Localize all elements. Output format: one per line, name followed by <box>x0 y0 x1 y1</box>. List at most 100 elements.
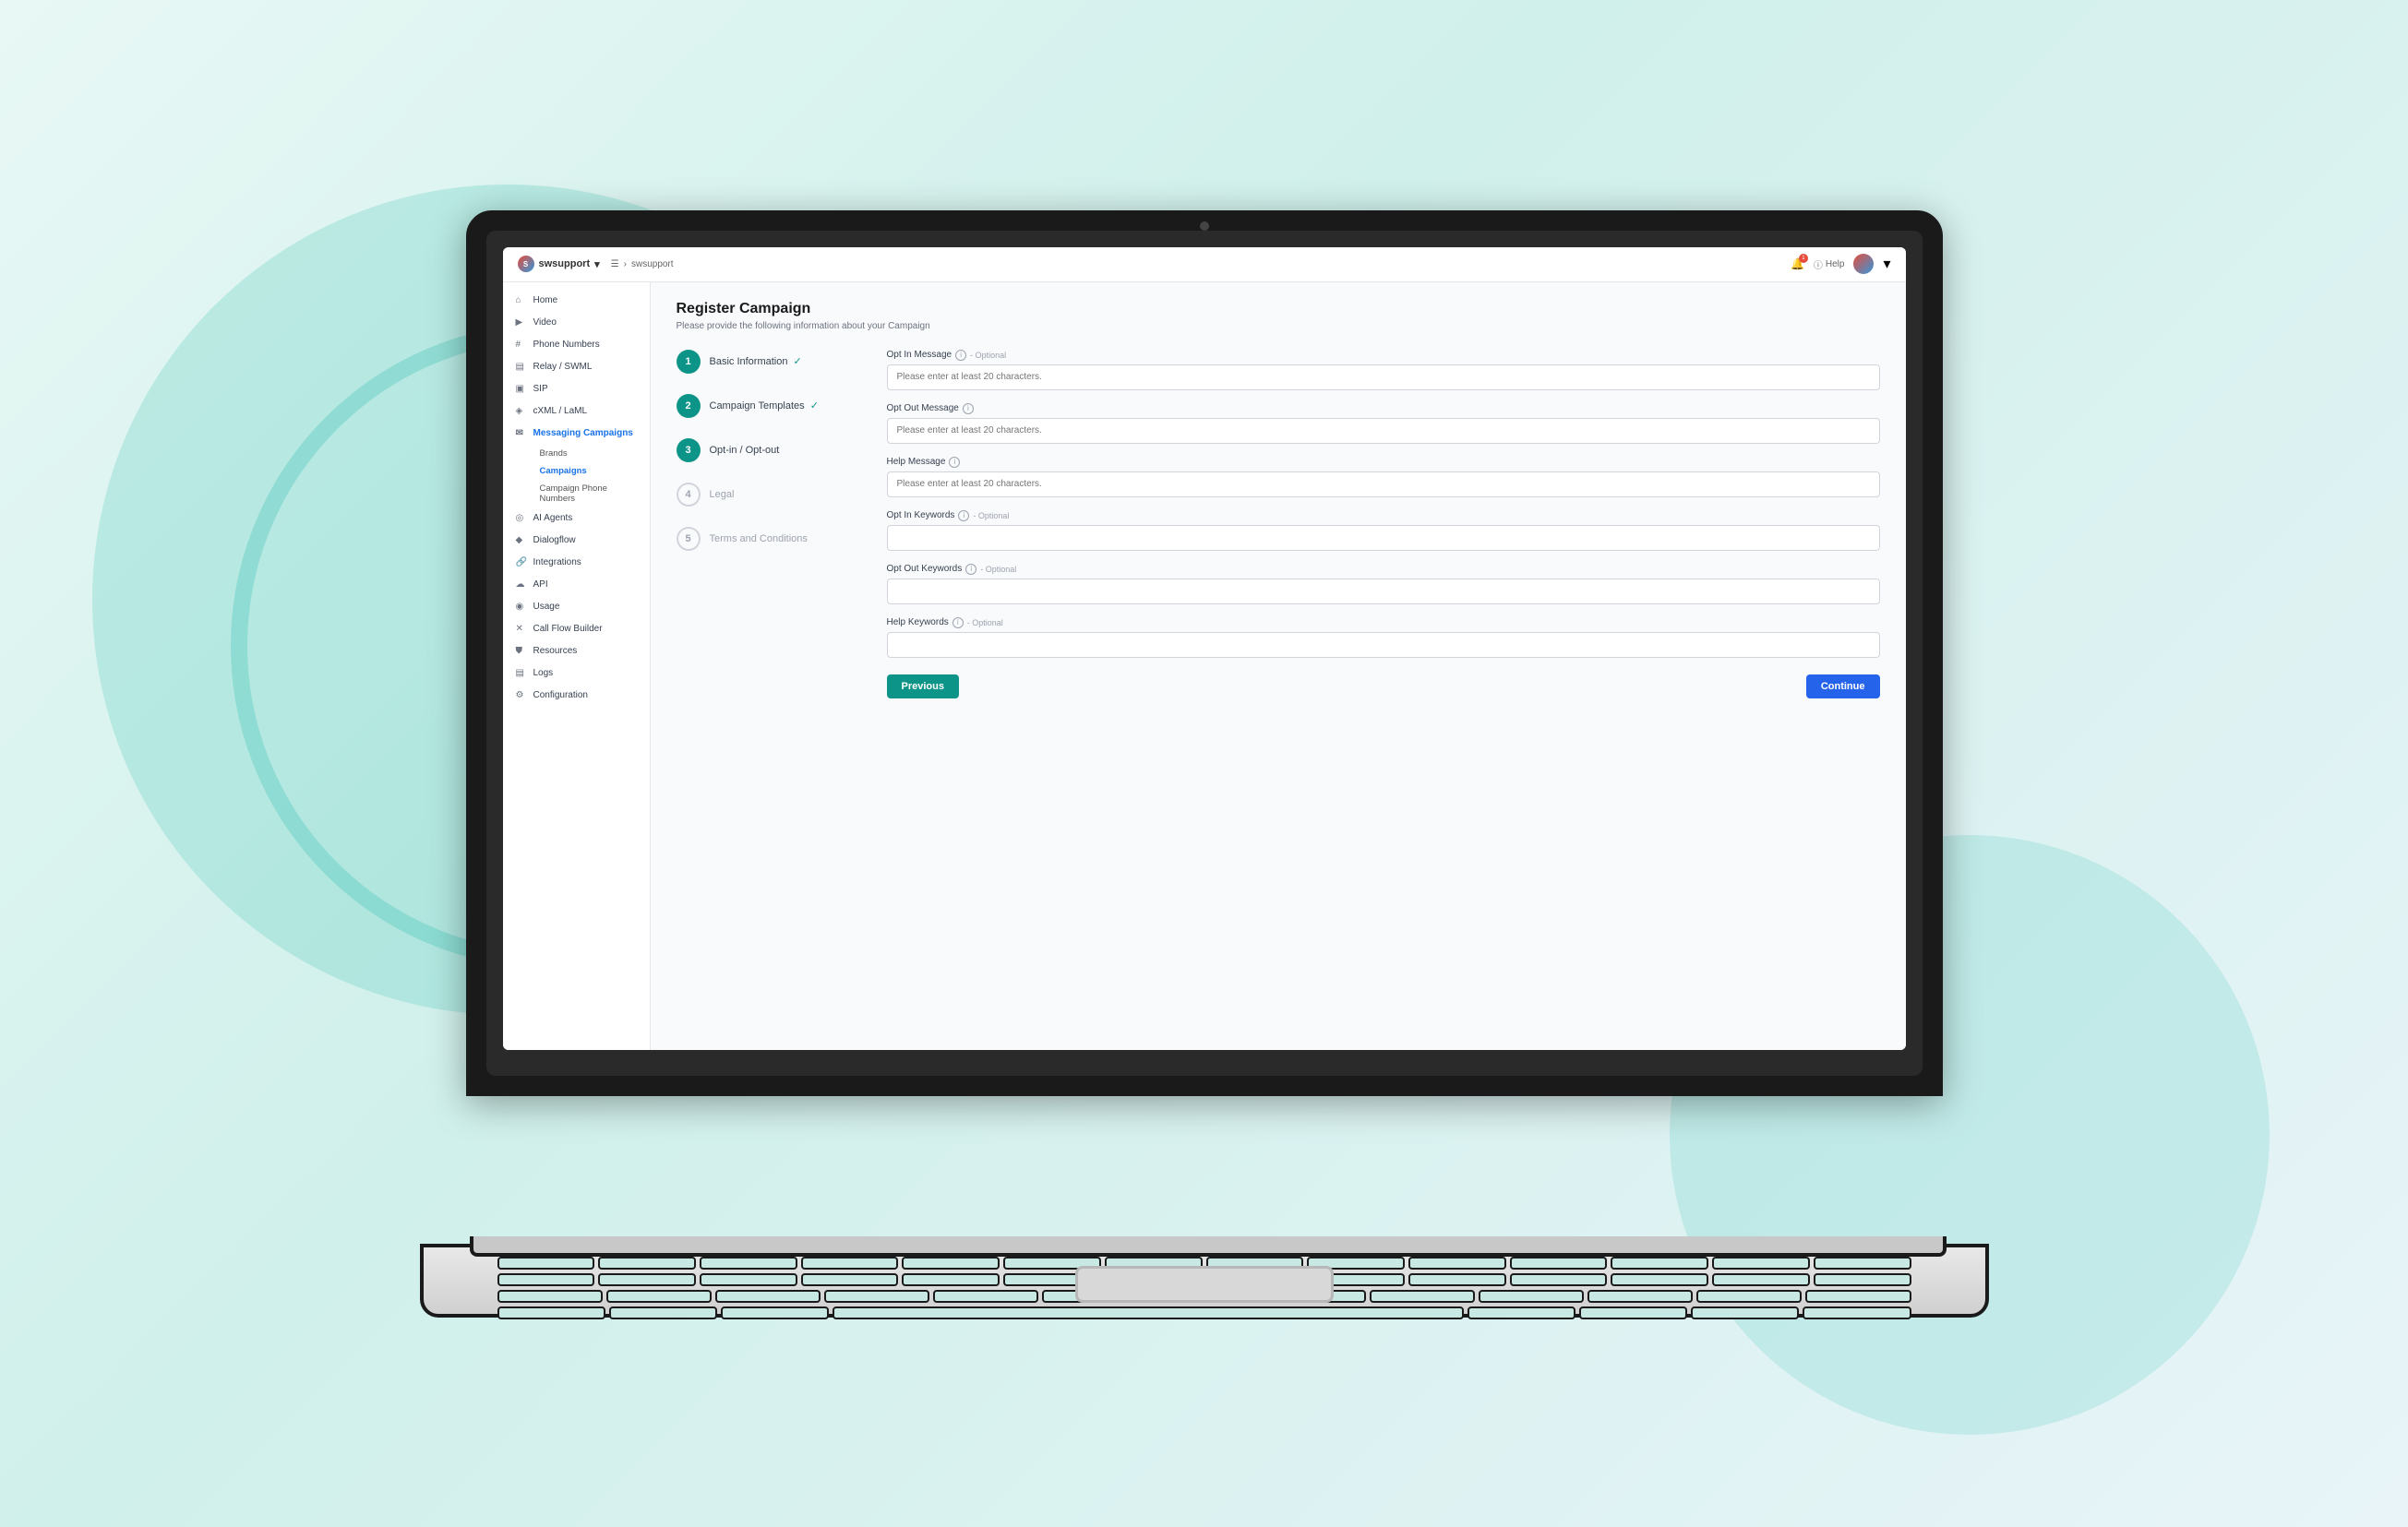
key <box>1814 1273 1911 1286</box>
sidebar-item-label: Messaging Campaigns <box>533 428 633 438</box>
sidebar-item-brands[interactable]: Brands <box>533 445 650 462</box>
help-keywords-input[interactable] <box>887 632 1880 658</box>
key <box>1712 1257 1810 1270</box>
sidebar-item-video[interactable]: ▶ Video <box>503 312 650 334</box>
step-4-label: Legal <box>710 489 735 500</box>
key <box>1408 1257 1506 1270</box>
sidebar-item-label: Video <box>533 317 557 328</box>
help-message-label: Help Message i <box>887 457 1880 468</box>
opt-out-keywords-input[interactable] <box>887 579 1880 604</box>
laptop-screen: S swsupport ▾ ☰ › swsupport 🔔 <box>503 247 1906 1050</box>
sidebar-item-campaigns[interactable]: Campaigns <box>533 462 650 480</box>
sidebar-item-phone-numbers[interactable]: # Phone Numbers <box>503 334 650 356</box>
key <box>1468 1306 1575 1319</box>
sidebar-item-api[interactable]: ☁ API <box>503 574 650 596</box>
account-dropdown-icon[interactable]: ▾ <box>1883 255 1890 273</box>
sidebar-item-relay[interactable]: ▤ Relay / SWML <box>503 356 650 378</box>
help-message-info-icon[interactable]: i <box>949 457 960 468</box>
main-content: Register Campaign Please provide the fol… <box>651 282 1906 1050</box>
continue-button[interactable]: Continue <box>1806 674 1880 698</box>
key <box>700 1273 797 1286</box>
configuration-icon: ⚙ <box>516 690 527 701</box>
step-5-circle: 5 <box>677 527 701 551</box>
sidebar-item-dialogflow[interactable]: ◆ Dialogflow <box>503 530 650 552</box>
key <box>497 1257 595 1270</box>
opt-out-keywords-info-icon[interactable]: i <box>965 564 976 575</box>
key <box>1691 1306 1799 1319</box>
help-keywords-info-icon[interactable]: i <box>952 617 964 628</box>
user-avatar[interactable] <box>1853 254 1874 274</box>
opt-in-message-input[interactable] <box>887 364 1880 390</box>
step-2-label: Campaign Templates ✓ <box>710 400 819 412</box>
sidebar-item-home[interactable]: ⌂ Home <box>503 290 650 312</box>
messaging-icon: ✉ <box>516 428 527 439</box>
sidebar: ⌂ Home ▶ Video # Phone Numbers ▤ <box>503 282 651 1050</box>
sidebar-item-logs[interactable]: ▤ Logs <box>503 662 650 685</box>
key <box>1408 1273 1506 1286</box>
step-1-circle: 1 <box>677 350 701 374</box>
relay-icon: ▤ <box>516 362 527 373</box>
opt-in-info-icon[interactable]: i <box>955 350 966 361</box>
step-2: 2 Campaign Templates ✓ <box>677 394 861 418</box>
top-nav: S swsupport ▾ ☰ › swsupport 🔔 <box>503 247 1906 282</box>
key <box>801 1273 899 1286</box>
step-1: 1 Basic Information ✓ <box>677 350 861 374</box>
key <box>902 1273 1000 1286</box>
trackpad[interactable] <box>1075 1266 1334 1303</box>
key <box>1479 1290 1584 1303</box>
sidebar-item-campaign-phone-numbers[interactable]: Campaign Phone Numbers <box>533 480 650 507</box>
sidebar-item-ai-agents[interactable]: ◎ AI Agents <box>503 507 650 530</box>
key <box>598 1257 696 1270</box>
step-2-circle: 2 <box>677 394 701 418</box>
opt-in-keywords-info-icon[interactable]: i <box>958 510 969 521</box>
api-icon: ☁ <box>516 579 527 591</box>
sidebar-item-usage[interactable]: ◉ Usage <box>503 596 650 618</box>
help-message-input[interactable] <box>887 471 1880 497</box>
help-label: Help <box>1826 259 1845 269</box>
opt-out-message-input[interactable] <box>887 418 1880 444</box>
sidebar-item-resources[interactable]: ⛊ Resources <box>503 640 650 662</box>
key <box>801 1257 899 1270</box>
key <box>606 1290 712 1303</box>
nav-logo[interactable]: S swsupport ▾ <box>518 256 600 272</box>
sidebar-item-cxml[interactable]: ◈ cXML / LaML <box>503 400 650 423</box>
help-button[interactable]: ⓘ Help <box>1814 257 1845 271</box>
campaign-layout: 1 Basic Information ✓ 2 Campaig <box>677 350 1880 698</box>
laptop-lid: S swsupport ▾ ☰ › swsupport 🔔 <box>466 210 1943 1096</box>
workspace-dropdown-icon[interactable]: ▾ <box>594 258 600 270</box>
sidebar-item-integrations[interactable]: 🔗 Integrations <box>503 552 650 574</box>
sidebar-sub-messaging: Brands Campaigns Campaign Phone Numbers <box>503 445 650 507</box>
step-1-label: Basic Information ✓ <box>710 355 802 367</box>
step-5-label: Terms and Conditions <box>710 533 808 544</box>
sidebar-item-configuration[interactable]: ⚙ Configuration <box>503 685 650 707</box>
form-panel: Opt In Message i - Optional Opt Out Mess… <box>887 350 1880 698</box>
step-4: 4 Legal <box>677 483 861 507</box>
opt-in-message-group: Opt In Message i - Optional <box>887 350 1880 390</box>
opt-out-info-icon[interactable]: i <box>963 403 974 414</box>
sidebar-item-messaging[interactable]: ✉ Messaging Campaigns <box>503 423 650 445</box>
call-flow-icon: ✕ <box>516 624 527 635</box>
key <box>933 1290 1038 1303</box>
sidebar-item-label: AI Agents <box>533 513 573 523</box>
help-keywords-group: Help Keywords i - Optional <box>887 617 1880 658</box>
key-row-4 <box>497 1306 1911 1319</box>
video-icon: ▶ <box>516 317 527 328</box>
workspace-name[interactable]: swsupport <box>539 258 591 269</box>
help-icon: ⓘ <box>1814 257 1823 271</box>
sidebar-item-label: Call Flow Builder <box>533 624 603 634</box>
sidebar-item-label: Home <box>533 295 558 305</box>
step-5: 5 Terms and Conditions <box>677 527 861 551</box>
step-3: 3 Opt-in / Opt-out <box>677 438 861 462</box>
opt-in-keywords-input[interactable] <box>887 525 1880 551</box>
previous-button[interactable]: Previous <box>887 674 959 698</box>
key <box>721 1306 829 1319</box>
key <box>700 1257 797 1270</box>
step-2-check: ✓ <box>810 400 819 412</box>
logs-icon: ▤ <box>516 668 527 679</box>
laptop-hinge <box>470 1236 1947 1257</box>
notification-bell[interactable]: 🔔 1 <box>1791 257 1804 270</box>
sidebar-item-call-flow[interactable]: ✕ Call Flow Builder <box>503 618 650 640</box>
sidebar-item-sip[interactable]: ▣ SIP <box>503 378 650 400</box>
dialogflow-icon: ◆ <box>516 535 527 546</box>
key <box>497 1306 605 1319</box>
